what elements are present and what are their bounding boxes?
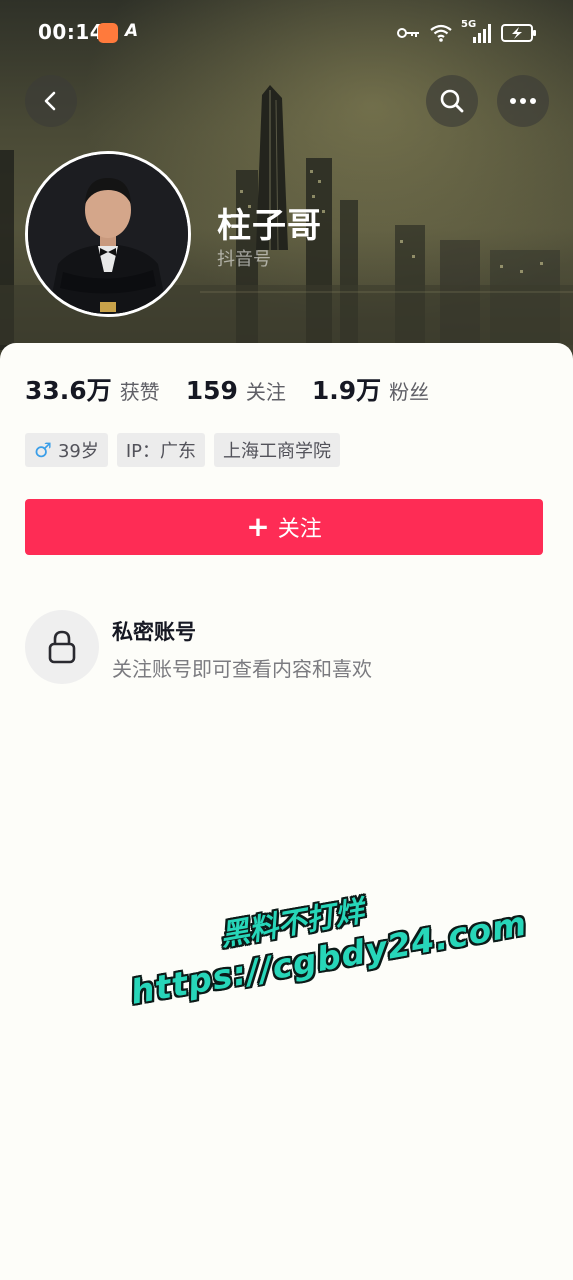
- signal-icon: 5G: [461, 19, 493, 44]
- profile-name: 柱子哥: [217, 206, 322, 246]
- stat-following-label: 关注: [245, 380, 286, 404]
- status-time: 00:14: [38, 20, 105, 44]
- more-icon: [510, 98, 536, 104]
- status-icons: 5G: [397, 19, 537, 46]
- follow-button-label: 关注: [277, 517, 322, 542]
- male-icon: ♂: [34, 438, 52, 462]
- stat-fans-value: 1.9万: [311, 376, 382, 405]
- key-icon: [397, 28, 419, 38]
- stat-following-value: 159: [185, 376, 238, 405]
- stat-likes-value: 33.6万: [25, 376, 112, 405]
- lock-icon: [48, 630, 76, 664]
- battery-charging-icon: [501, 24, 536, 42]
- stat-following[interactable]: 159 关注: [186, 376, 286, 405]
- stat-fans[interactable]: 1.9万 粉丝: [312, 371, 429, 407]
- plus-icon: +: [246, 510, 270, 543]
- stat-fans-label: 粉丝: [389, 380, 430, 404]
- lock-badge: [25, 610, 99, 684]
- stats-row: 33.6万 获赞 159 关注 1.9万 粉丝: [25, 371, 455, 407]
- avatar[interactable]: [25, 151, 191, 317]
- profile-tags: ♂ 39岁 IP：广东 上海工商学院: [25, 433, 341, 467]
- stat-likes: 33.6万 获赞: [25, 371, 160, 407]
- private-title: 私密账号: [112, 620, 196, 644]
- follow-button[interactable]: + 关注: [25, 499, 543, 555]
- ip-tag: IP：广东: [116, 433, 206, 467]
- age-text: 39岁: [57, 441, 99, 462]
- back-icon: [44, 91, 56, 111]
- shield-app-icon: [98, 23, 118, 43]
- wifi-icon: [430, 24, 452, 42]
- status-bar: 00:14 A 5G: [0, 0, 573, 66]
- search-icon: [440, 89, 464, 113]
- private-account-notice: 私密账号 关注账号即可查看内容和喜欢: [25, 610, 545, 684]
- back-button[interactable]: [25, 75, 77, 127]
- private-description: 关注账号即可查看内容和喜欢: [112, 657, 372, 681]
- school-tag[interactable]: 上海工商学院: [214, 433, 341, 467]
- more-button[interactable]: [497, 75, 549, 127]
- avatar-photo: [28, 154, 188, 314]
- profile-card: 33.6万 获赞 159 关注 1.9万 粉丝 ♂ 39岁 IP：广东 上海工商…: [0, 343, 573, 1280]
- stat-likes-label: 获赞: [119, 380, 160, 404]
- douyin-id-label: 抖音号: [217, 249, 271, 270]
- age-tag: ♂ 39岁: [25, 433, 108, 467]
- a-icon: A: [125, 21, 139, 41]
- search-button[interactable]: [426, 75, 478, 127]
